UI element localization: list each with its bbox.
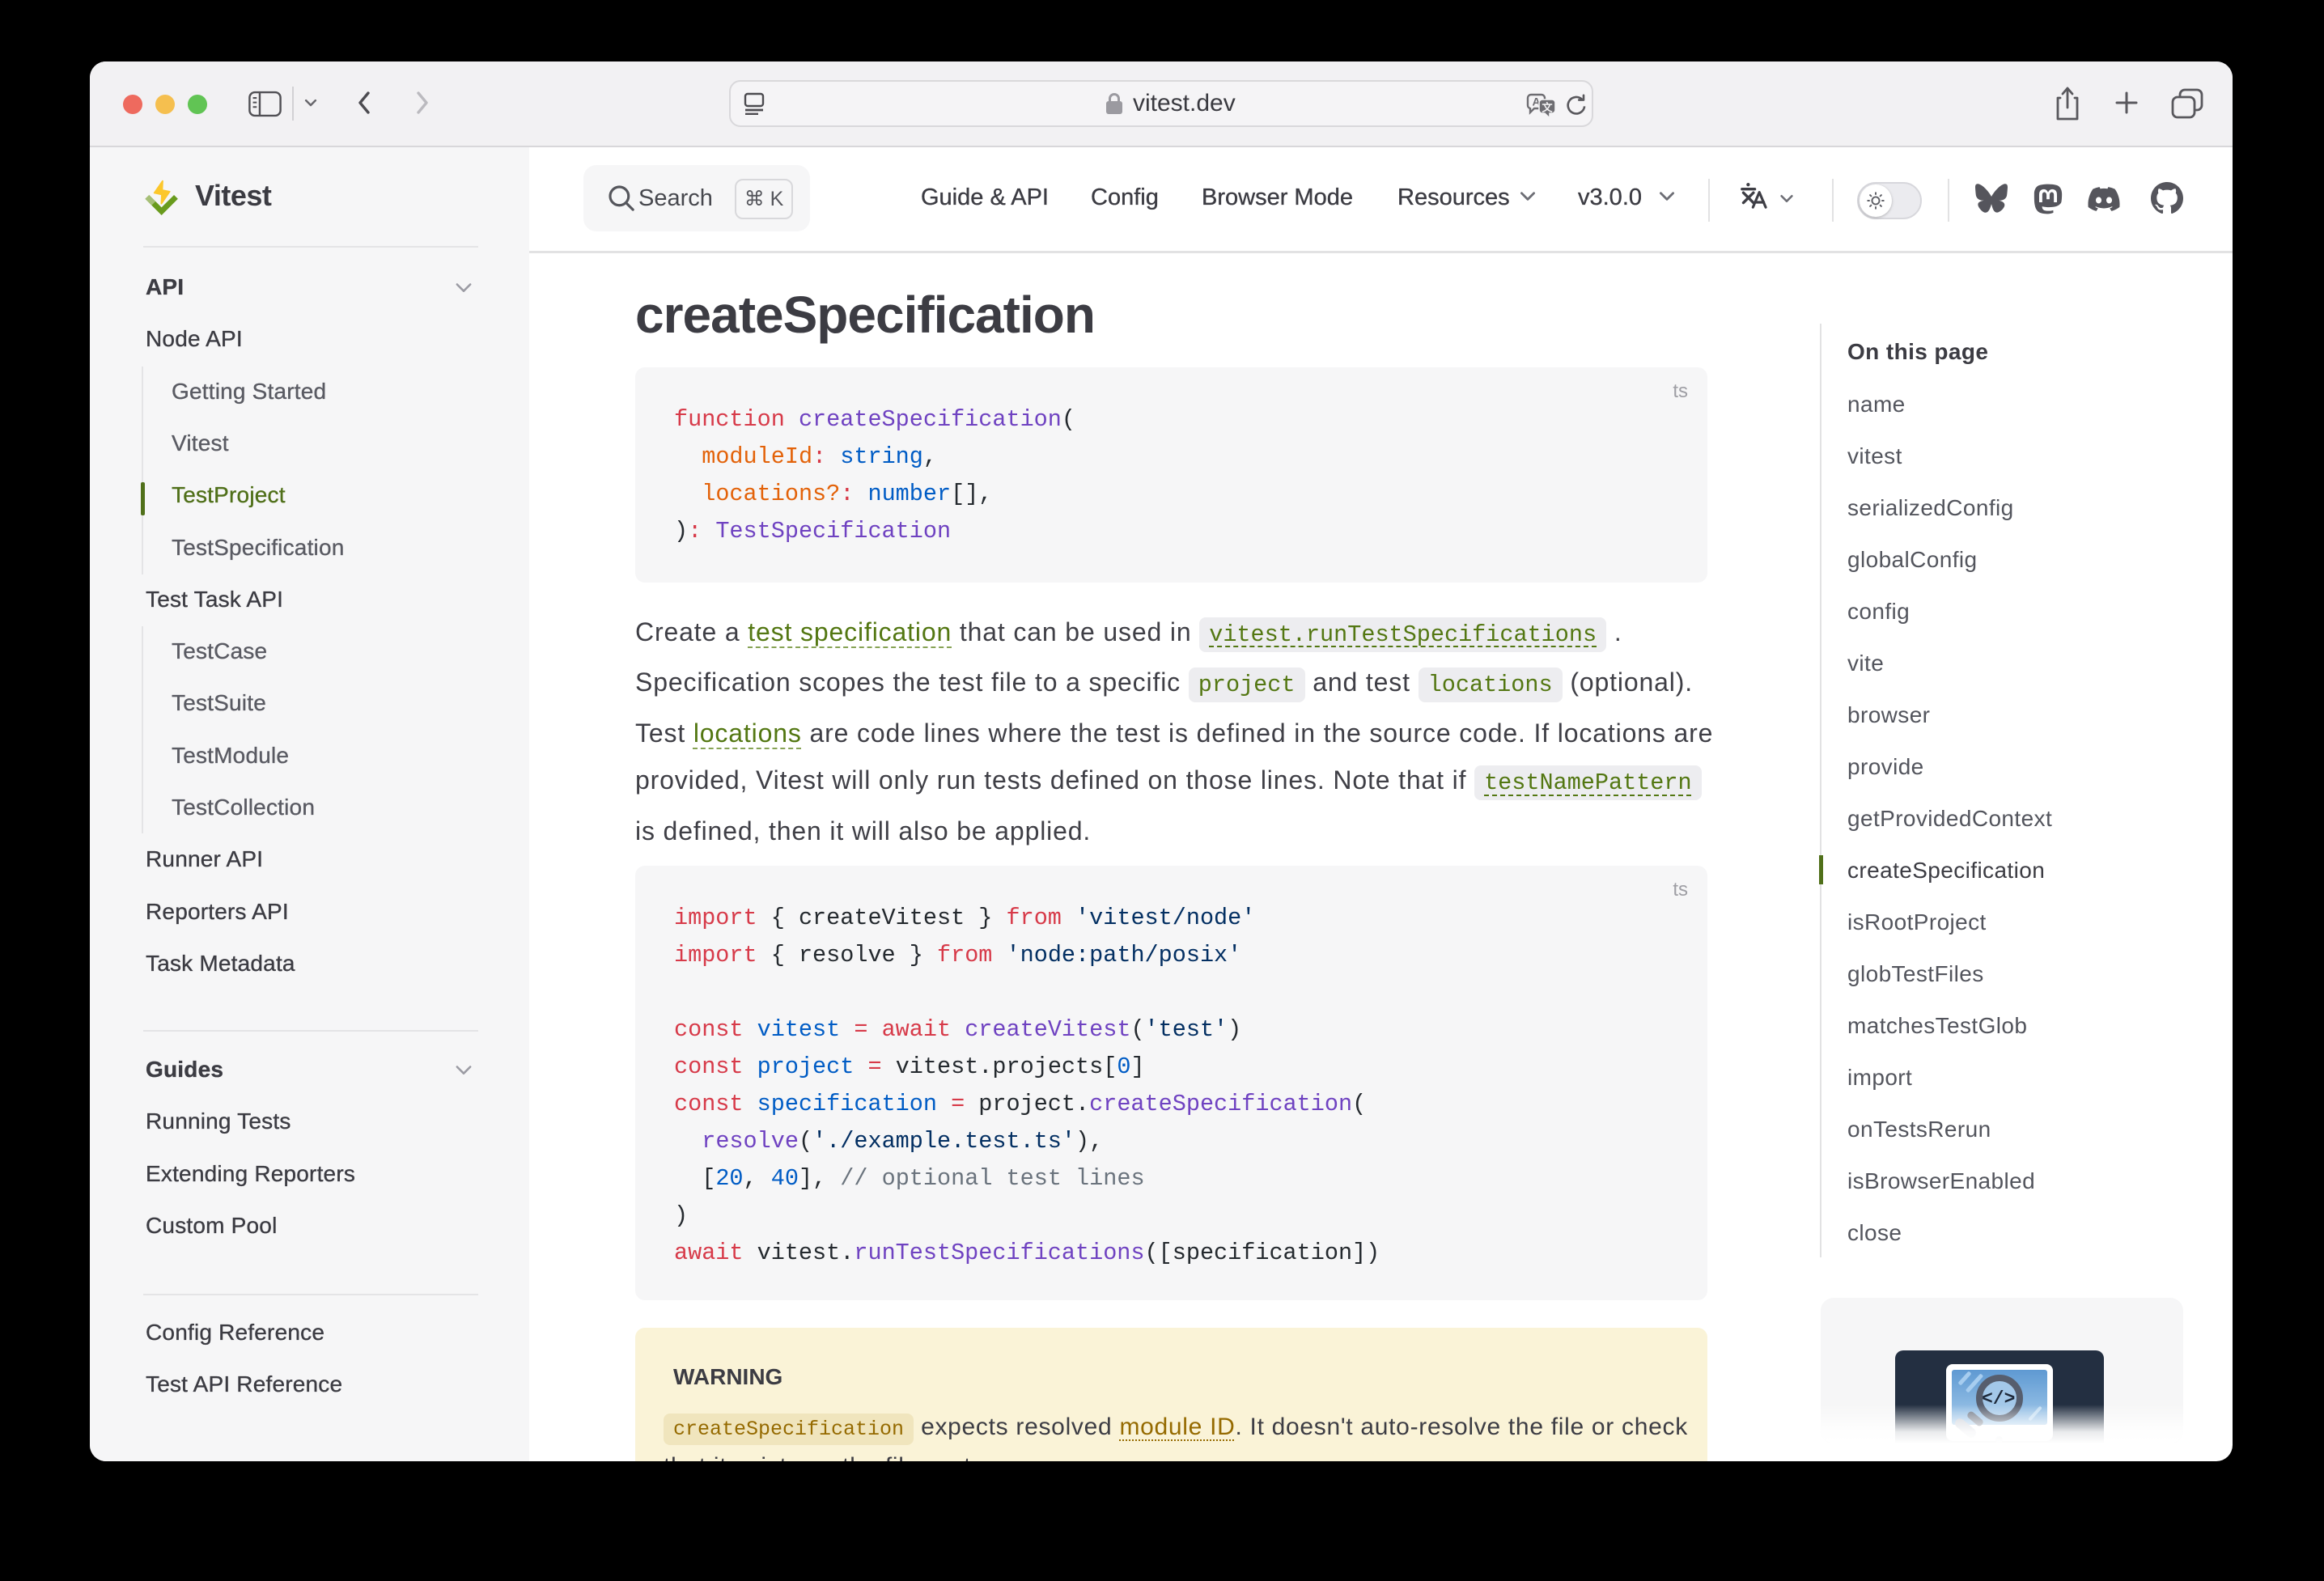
svg-text:文: 文 <box>1542 102 1553 114</box>
